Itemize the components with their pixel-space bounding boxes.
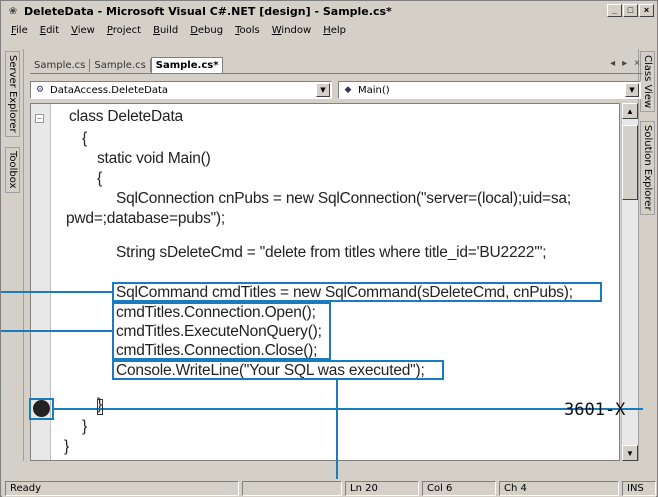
menu-view[interactable]: View xyxy=(65,25,101,36)
doc-tab-sample-2[interactable]: Sample.cs xyxy=(90,58,151,72)
menu-tools[interactable]: Tools xyxy=(229,25,266,36)
scroll-tabs-left-icon[interactable]: ◂ xyxy=(610,58,615,69)
navigation-bar: ⚙ DataAccess.DeleteData ▼ ◆ Main() ▼ xyxy=(30,79,642,101)
menu-help[interactable]: Help xyxy=(317,25,352,36)
code-line: pwd=;database=pubs"); xyxy=(66,210,226,227)
callout-box-sqlcommand xyxy=(112,282,602,302)
vs-net-icon: ❀ xyxy=(8,5,18,17)
code-line: { xyxy=(97,170,102,187)
scroll-thumb[interactable] xyxy=(622,125,638,200)
tab-solution-explorer[interactable]: Solution Explorer xyxy=(640,121,655,215)
class-selector-value: DataAccess.DeleteData xyxy=(50,84,169,96)
code-line: } xyxy=(82,418,87,435)
tab-server-explorer[interactable]: Server Explorer xyxy=(5,51,20,137)
code-line: } xyxy=(64,438,69,455)
code-line: class DeleteData xyxy=(69,108,183,125)
class-selector-dropdown[interactable]: ⚙ DataAccess.DeleteData ▼ xyxy=(30,81,332,99)
menu-edit[interactable]: Edit xyxy=(34,25,65,36)
status-col: Col 6 xyxy=(422,481,496,496)
status-ch: Ch 4 xyxy=(499,481,619,496)
code-line: { xyxy=(82,130,87,147)
scroll-tabs-right-icon[interactable]: ▸ xyxy=(622,58,627,69)
close-document-icon[interactable]: × xyxy=(634,58,640,69)
minimize-button[interactable]: _ xyxy=(607,4,622,17)
menu-build[interactable]: Build xyxy=(147,25,184,36)
menu-debug[interactable]: Debug xyxy=(184,25,229,36)
callout-leader-line xyxy=(1,330,112,332)
chevron-down-icon[interactable]: ▼ xyxy=(625,83,639,97)
code-line: static void Main() xyxy=(97,150,211,167)
callout-leader-line xyxy=(54,408,643,410)
member-selector-dropdown[interactable]: ◆ Main() ▼ xyxy=(338,81,641,99)
callout-box-connection-calls xyxy=(112,302,331,360)
tab-toolbox[interactable]: Toolbox xyxy=(5,147,20,193)
status-text: Ready xyxy=(5,481,239,496)
status-mode: INS xyxy=(622,481,656,496)
callout-leader-line xyxy=(1,291,112,293)
figure-label: 3601-X xyxy=(564,400,626,420)
maximize-button[interactable]: □ xyxy=(623,4,638,17)
callout-box-writeline xyxy=(112,360,444,380)
right-dock-strip: Class View Solution Explorer xyxy=(638,49,656,461)
window-title: DeleteData - Microsoft Visual C#.NET [de… xyxy=(24,4,392,18)
doc-tab-sample-active[interactable]: Sample.cs* xyxy=(150,57,224,73)
scroll-down-icon[interactable]: ▼ xyxy=(622,445,638,461)
status-panel-empty xyxy=(242,481,342,496)
class-icon: ⚙ xyxy=(35,84,45,95)
code-line: SqlConnection cnPubs = new SqlConnection… xyxy=(116,190,571,207)
menu-window[interactable]: Window xyxy=(266,25,317,36)
status-bar: Ready Ln 20 Col 6 Ch 4 INS xyxy=(2,479,656,497)
ide-window: ❀ DeleteData - Microsoft Visual C#.NET [… xyxy=(0,0,658,497)
text-cursor xyxy=(97,399,103,415)
member-selector-value: Main() xyxy=(358,84,390,96)
code-line: String sDeleteCmd = "delete from titles … xyxy=(116,244,547,261)
breakpoint-icon[interactable] xyxy=(33,400,50,417)
status-line: Ln 20 xyxy=(345,481,419,496)
document-tab-row: Sample.cs Sample.cs Sample.cs* ◂ ▸ × xyxy=(30,57,642,74)
scroll-up-icon[interactable]: ▲ xyxy=(622,103,638,119)
close-button[interactable]: × xyxy=(639,4,654,17)
chevron-down-icon[interactable]: ▼ xyxy=(316,83,330,97)
left-dock-strip: Server Explorer Toolbox xyxy=(2,49,24,461)
title-bar[interactable]: ❀ DeleteData - Microsoft Visual C#.NET [… xyxy=(2,2,656,20)
method-icon: ◆ xyxy=(344,84,352,95)
menu-file[interactable]: File xyxy=(5,25,34,36)
tab-class-view[interactable]: Class View xyxy=(640,51,655,113)
menu-project[interactable]: Project xyxy=(101,25,147,36)
doc-tab-sample-1[interactable]: Sample.cs xyxy=(30,58,91,72)
menu-bar: File Edit View Project Build Debug Tools… xyxy=(2,21,656,39)
